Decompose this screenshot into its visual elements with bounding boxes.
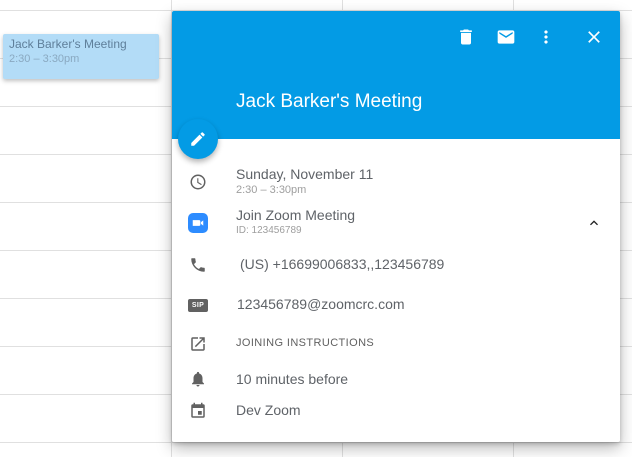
more-vert-icon xyxy=(544,30,548,44)
chevron-up-icon xyxy=(590,220,598,226)
close-icon xyxy=(588,31,600,43)
delete-icon xyxy=(460,29,472,45)
dial-in-number[interactable]: (US) +16699006833,,123456789 xyxy=(240,256,444,272)
card-header: Jack Barker's Meeting xyxy=(172,11,620,139)
sip-icon-wrap: SIP xyxy=(188,295,208,315)
grid-line xyxy=(0,442,632,443)
event-time: 2:30 – 3:30pm xyxy=(236,184,307,196)
zoom-meeting-id: ID: 123456789 xyxy=(236,225,302,236)
email-icon xyxy=(497,30,515,44)
collapse-button[interactable] xyxy=(584,213,604,233)
open-in-new-icon xyxy=(188,334,208,354)
pencil-icon xyxy=(191,132,205,146)
sip-icon: SIP xyxy=(188,298,208,312)
joining-instructions-link[interactable]: JOINING INSTRUCTIONS xyxy=(236,337,374,349)
zoom-logo-wrap xyxy=(188,213,208,233)
sip-address[interactable]: 123456789@zoomcrc.com xyxy=(237,296,405,312)
bell-icon xyxy=(188,369,208,389)
delete-button[interactable] xyxy=(454,25,478,49)
event-chip-time: 2:30 – 3:30pm xyxy=(9,53,80,65)
email-button[interactable] xyxy=(494,25,518,49)
clock-icon xyxy=(188,172,208,192)
phone-icon xyxy=(188,255,208,275)
join-zoom-meeting-link[interactable]: Join Zoom Meeting xyxy=(236,207,355,223)
calendar-icon xyxy=(188,401,208,421)
calendar-event-chip[interactable]: Jack Barker's Meeting 2:30 – 3:30pm xyxy=(3,34,159,79)
event-date: Sunday, November 11 xyxy=(236,166,374,182)
edit-event-button[interactable] xyxy=(178,119,218,159)
calendar-name: Dev Zoom xyxy=(236,402,301,418)
more-options-button[interactable] xyxy=(534,25,558,49)
reminder-text: 10 minutes before xyxy=(236,371,349,387)
zoom-video-icon xyxy=(188,213,208,233)
close-button[interactable] xyxy=(582,25,606,49)
event-details-card: Jack Barker's Meeting Sunday, November 1… xyxy=(172,11,620,442)
event-chip-title: Jack Barker's Meeting xyxy=(9,37,127,51)
event-title: Jack Barker's Meeting xyxy=(236,91,423,112)
